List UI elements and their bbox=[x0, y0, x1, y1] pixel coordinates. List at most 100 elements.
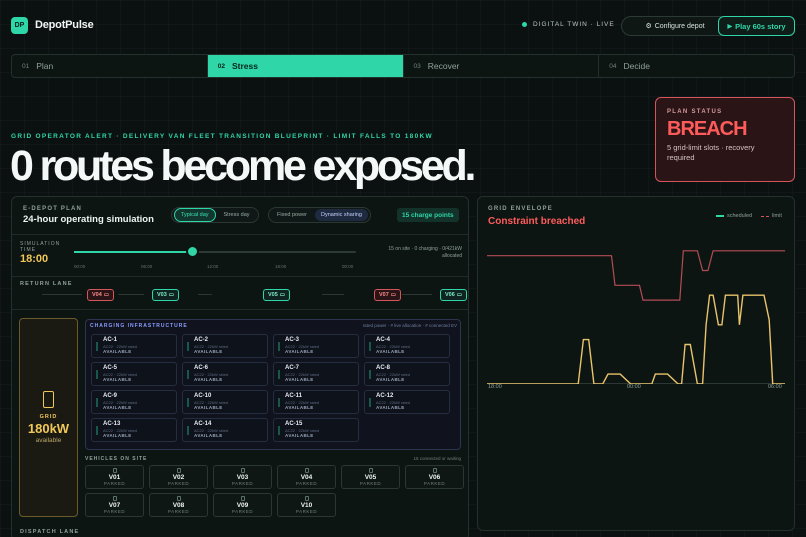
charger-card[interactable]: AC-5 AC22 · 22kW rated AVAILABLE bbox=[91, 362, 177, 386]
vehicle-status: PARKED bbox=[103, 508, 126, 514]
time-tick: 12:00 bbox=[207, 264, 219, 269]
vehicle-card[interactable]: V06 PARKED bbox=[405, 465, 464, 489]
page-headline: 0 routes become exposed. bbox=[10, 142, 476, 190]
play-story-button[interactable]: ▶ Play 60s story bbox=[718, 16, 795, 36]
charger-status: AVAILABLE bbox=[285, 377, 314, 382]
van-icon: ▭ bbox=[103, 292, 109, 298]
plan-status-card: PLAN STATUS BREACH 5 grid-limit slots · … bbox=[655, 97, 795, 182]
legend-dash-icon bbox=[761, 215, 770, 217]
vehicle-id: V02 bbox=[172, 473, 185, 481]
van-icon bbox=[176, 467, 181, 473]
van-icon bbox=[112, 495, 117, 501]
vehicle-card[interactable]: V10 PARKED bbox=[277, 493, 336, 517]
charger-card[interactable]: AC-2 AC22 · 22kW rated AVAILABLE bbox=[182, 334, 268, 358]
vehicle-status: PARKED bbox=[231, 480, 254, 486]
charger-card[interactable]: AC-9 AC22 · 22kW rated AVAILABLE bbox=[91, 390, 177, 414]
scenario-stress-day[interactable]: Stress day bbox=[218, 209, 256, 221]
charger-card[interactable]: AC-10 AC22 · 22kW rated AVAILABLE bbox=[182, 390, 268, 414]
lane-van[interactable]: V07 ▭ bbox=[374, 289, 401, 301]
charger-card[interactable]: AC-15 AC22 · 22kW rated AVAILABLE bbox=[273, 418, 359, 442]
charger-id: AC-1 bbox=[103, 337, 118, 343]
van-id: V05 bbox=[268, 292, 278, 298]
charger-card[interactable]: AC-3 AC22 · 22kW rated AVAILABLE bbox=[273, 334, 359, 358]
step-number: 04 bbox=[609, 62, 617, 70]
charger-id: AC-13 bbox=[103, 421, 121, 427]
tab-decide[interactable]: 04 Decide bbox=[599, 55, 794, 77]
vehicle-id: V05 bbox=[364, 473, 377, 481]
power-dynamic-sharing[interactable]: Dynamic sharing bbox=[314, 209, 368, 221]
vehicle-card[interactable]: V07 PARKED bbox=[85, 493, 144, 517]
legend-line-icon bbox=[716, 215, 724, 217]
play-story-label: Play 60s story bbox=[735, 21, 786, 31]
vehicle-card[interactable]: V08 PARKED bbox=[149, 493, 208, 517]
charger-id: AC-8 bbox=[376, 365, 391, 371]
tab-stress[interactable]: 02 Stress bbox=[207, 55, 404, 77]
charger-card[interactable]: AC-13 AC22 · 22kW rated AVAILABLE bbox=[91, 418, 177, 442]
charger-id: AC-9 bbox=[103, 393, 118, 399]
van-id: V07 bbox=[379, 292, 389, 298]
charger-card[interactable]: AC-12 AC22 · 22kW rated AVAILABLE bbox=[364, 390, 450, 414]
charger-id: AC-11 bbox=[285, 393, 303, 399]
vehicle-card[interactable]: V03 PARKED bbox=[213, 465, 272, 489]
simulation-time-label: SIMULATION TIME bbox=[20, 241, 60, 253]
tab-recover[interactable]: 03 Recover bbox=[404, 55, 600, 77]
lane-line bbox=[118, 294, 144, 295]
vehicle-status: PARKED bbox=[359, 480, 382, 486]
charger-status-bar bbox=[96, 369, 98, 379]
vehicle-status: PARKED bbox=[231, 508, 254, 514]
lane-van[interactable]: V05 ▭ bbox=[263, 289, 290, 301]
tab-plan[interactable]: 01 Plan bbox=[12, 55, 208, 77]
charger-card[interactable]: AC-1 AC22 · 22kW rated AVAILABLE bbox=[91, 334, 177, 358]
charger-status-bar bbox=[187, 341, 189, 351]
charger-status-bar bbox=[96, 397, 98, 407]
battery-icon bbox=[43, 391, 54, 408]
logo-text: DP bbox=[14, 22, 25, 29]
charger-card[interactable]: AC-7 AC22 · 22kW rated AVAILABLE bbox=[273, 362, 359, 386]
vehicle-card[interactable]: V02 PARKED bbox=[149, 465, 208, 489]
charger-status-bar bbox=[369, 369, 371, 379]
charger-status: AVAILABLE bbox=[376, 349, 405, 354]
grid-label: GRID bbox=[39, 414, 58, 420]
lane-van[interactable]: V04 ▭ bbox=[87, 289, 114, 301]
van-icon bbox=[240, 467, 245, 473]
vehicle-id: V04 bbox=[300, 473, 313, 481]
scenario-toggle: Typical day Stress day bbox=[171, 207, 259, 223]
vehicles-title: VEHICLES ON SITE bbox=[85, 456, 148, 462]
vehicle-card[interactable]: V04 PARKED bbox=[277, 465, 336, 489]
charger-status: AVAILABLE bbox=[376, 377, 405, 382]
scenario-typical-day[interactable]: Typical day bbox=[174, 208, 216, 222]
charger-id: AC-14 bbox=[194, 421, 212, 427]
vehicle-card[interactable]: V05 PARKED bbox=[341, 465, 400, 489]
lane-van[interactable]: V03 ▭ bbox=[152, 289, 179, 301]
vehicle-status: PARKED bbox=[423, 480, 446, 486]
charger-card[interactable]: AC-4 AC22 · 22kW rated AVAILABLE bbox=[364, 334, 450, 358]
charger-card[interactable]: AC-11 AC22 · 22kW rated AVAILABLE bbox=[273, 390, 359, 414]
charger-status: AVAILABLE bbox=[194, 377, 223, 382]
charger-card[interactable]: AC-14 AC22 · 22kW rated AVAILABLE bbox=[182, 418, 268, 442]
lane-van[interactable]: V06 ▭ bbox=[440, 289, 467, 301]
vehicle-status: PARKED bbox=[295, 508, 318, 514]
van-icon bbox=[176, 495, 181, 501]
van-icon: ▭ bbox=[168, 292, 174, 298]
charge-points-badge: 15 charge points bbox=[397, 208, 459, 222]
chart-legend: scheduled limit bbox=[716, 213, 782, 219]
charger-status-bar bbox=[278, 425, 280, 435]
vehicle-card[interactable]: V09 PARKED bbox=[213, 493, 272, 517]
charger-card[interactable]: AC-8 AC22 · 22kW rated AVAILABLE bbox=[364, 362, 450, 386]
power-mode-toggle: Fixed power Dynamic sharing bbox=[268, 207, 371, 223]
legend-text: scheduled bbox=[727, 213, 753, 219]
vehicle-card[interactable]: V01 PARKED bbox=[85, 465, 144, 489]
grid-envelope-chart bbox=[487, 250, 785, 384]
van-icon bbox=[112, 467, 117, 473]
vehicle-status: PARKED bbox=[167, 508, 190, 514]
power-fixed[interactable]: Fixed power bbox=[271, 209, 313, 221]
charger-card[interactable]: AC-6 AC22 · 22kW rated AVAILABLE bbox=[182, 362, 268, 386]
charger-status: AVAILABLE bbox=[103, 377, 132, 382]
time-tick: 00:00 bbox=[74, 264, 86, 269]
grid-alert-banner: GRID OPERATOR ALERT · DELIVERY VAN FLEET… bbox=[11, 133, 433, 140]
time-tick: 00:00 bbox=[342, 264, 354, 269]
charger-id: AC-3 bbox=[285, 337, 300, 343]
vehicle-id: V09 bbox=[236, 501, 249, 509]
configure-depot-button[interactable]: ⚙ Configure depot bbox=[621, 16, 729, 36]
charger-status: AVAILABLE bbox=[103, 405, 132, 410]
